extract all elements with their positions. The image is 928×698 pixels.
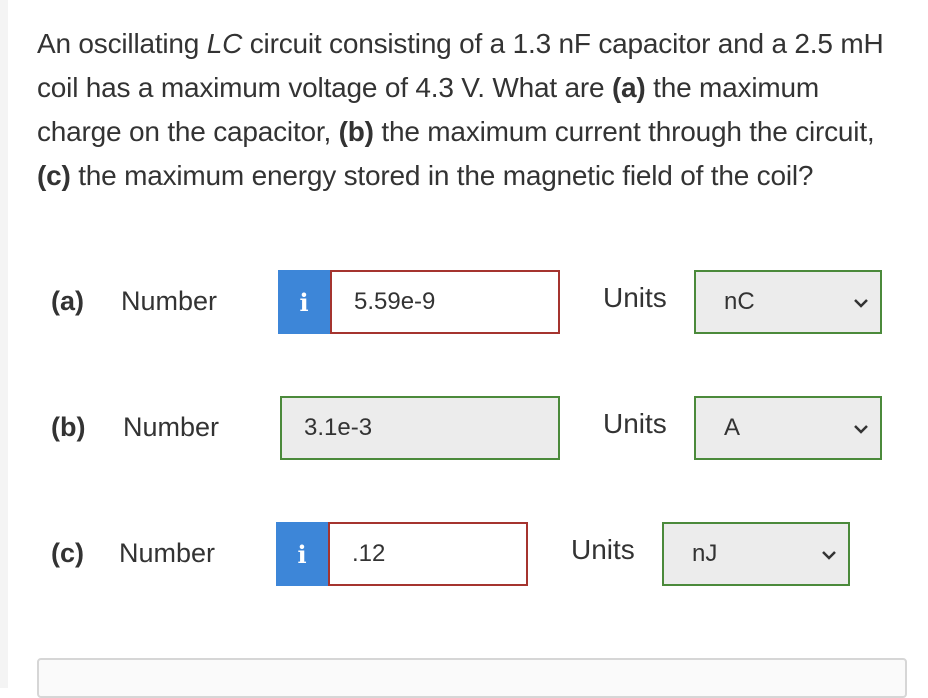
number-label-b: Number	[123, 412, 220, 442]
units-select-a[interactable]: nC	[694, 270, 882, 334]
question-part-c: (c)	[37, 160, 71, 191]
answer-input-a[interactable]: 5.59e-9	[330, 270, 560, 334]
units-select-b[interactable]: A	[694, 396, 882, 460]
question-part-b: (b)	[338, 116, 374, 147]
units-select-c[interactable]: nJ	[662, 522, 850, 586]
question-seg: An oscillating	[37, 28, 207, 59]
units-label-a: Units	[603, 282, 667, 313]
number-label-a: Number	[121, 286, 218, 316]
part-label-a: (a)	[51, 286, 84, 316]
units-value-b: A	[724, 414, 741, 441]
info-icon[interactable]: i	[278, 270, 330, 334]
question-seg: the maximum current through the circuit,	[373, 116, 875, 147]
units-value-c: nJ	[692, 540, 718, 567]
question-italic: LC	[206, 28, 243, 59]
answer-input-c[interactable]: .12	[328, 522, 528, 586]
units-label-b: Units	[603, 408, 667, 439]
info-icon[interactable]: i	[276, 522, 328, 586]
answer-row-a: (a) Number i 5.59e-9 Units nC	[0, 270, 928, 336]
answer-row-b: (b) Number 3.1e-3 Units A	[0, 396, 928, 462]
chevron-down-icon	[822, 551, 836, 560]
answer-row-c: (c) Number i .12 Units nJ	[0, 522, 928, 588]
chevron-down-icon	[854, 425, 868, 434]
number-label-c: Number	[119, 538, 216, 568]
part-label-b: (b)	[51, 412, 86, 442]
units-value-a: nC	[724, 288, 755, 315]
question-part-a: (a)	[611, 72, 646, 103]
chevron-down-icon	[854, 299, 868, 308]
question-text: An oscillating LC circuit consisting of …	[37, 22, 897, 198]
textbook-media-panel[interactable]	[37, 658, 907, 698]
part-label-c: (c)	[51, 538, 84, 568]
answer-input-b[interactable]: 3.1e-3	[280, 396, 560, 460]
units-label-c: Units	[571, 534, 635, 565]
question-seg: the maximum energy stored in the magneti…	[70, 160, 814, 191]
